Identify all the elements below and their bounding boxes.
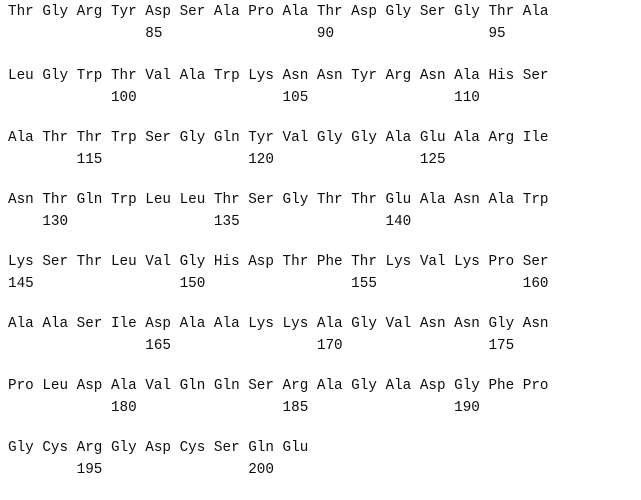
residue-line: Pro Leu Asp Ala Val Gln Gln Ser Arg Ala … [8,378,549,394]
sequence-block: Ala Thr Thr Trp Ser Gly Gln Tyr Val Gly … [0,124,641,186]
residue-number-line: 85 90 95 [8,26,506,42]
sequence-block: Leu Gly Trp Thr Val Ala Trp Lys Asn Asn … [0,62,641,124]
residue-number-line: 130 135 140 [8,214,412,230]
sequence-block: Pro Leu Asp Ala Val Gln Gln Ser Arg Ala … [0,372,641,434]
residue-line: Leu Gly Trp Thr Val Ala Trp Lys Asn Asn … [8,68,549,84]
residue-number-line: 115 120 125 [8,152,446,168]
sequence-block: Lys Ser Thr Leu Val Gly His Asp Thr Phe … [0,248,641,310]
residue-line: Ala Thr Thr Trp Ser Gly Gln Tyr Val Gly … [8,130,549,146]
sequence-block: Thr Gly Arg Tyr Asp Ser Ala Pro Ala Thr … [0,0,641,62]
residue-line: Ala Ala Ser Ile Asp Ala Ala Lys Lys Ala … [8,316,549,332]
residue-line: Asn Thr Gln Trp Leu Leu Thr Ser Gly Thr … [8,192,549,208]
sequence-block: Gly Cys Arg Gly Asp Cys Ser Gln Glu 195 … [0,434,641,496]
residue-number-line: 145 150 155 160 [8,276,549,292]
residue-number-line: 165 170 175 [8,338,515,354]
sequence-block: Ala Ala Ser Ile Asp Ala Ala Lys Lys Ala … [0,310,641,372]
residue-number-line: 195 200 [8,462,274,478]
sequence-block: Asn Thr Gln Trp Leu Leu Thr Ser Gly Thr … [0,186,641,248]
residue-line: Thr Gly Arg Tyr Asp Ser Ala Pro Ala Thr … [8,4,549,20]
residue-number-line: 100 105 110 [8,90,480,106]
residue-number-line: 180 185 190 [8,400,480,416]
residue-line: Lys Ser Thr Leu Val Gly His Asp Thr Phe … [8,254,549,270]
sequence-listing: Thr Gly Arg Tyr Asp Ser Ala Pro Ala Thr … [0,0,641,500]
residue-line: Gly Cys Arg Gly Asp Cys Ser Gln Glu [8,440,309,456]
